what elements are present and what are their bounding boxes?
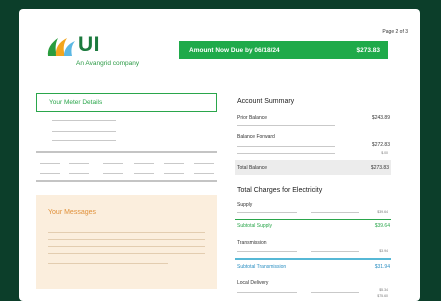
bill-page: UI An Avangrid company Page 2 of 3 Amoun… (19, 9, 420, 301)
balance-forward-value: $272.83 (371, 142, 390, 148)
subtotal-supply-label: Subtotal Supply (237, 223, 273, 229)
prior-balance-label: Prior Balance (237, 115, 268, 121)
logo-subtitle: An Avangrid company (76, 60, 140, 67)
message-line (48, 246, 205, 247)
meter-table-cell (103, 173, 123, 174)
account-summary-title: Account Summary (237, 98, 295, 105)
transmission-subtotal-rule (235, 258, 391, 260)
amount-due-value: $273.83 (356, 47, 381, 54)
total-balance-row: Total Balance $273.83 (235, 160, 391, 175)
subtotal-supply-value: $39.64 (374, 223, 390, 229)
meter-table-cell (194, 173, 214, 174)
amount-due-label: Amount Now Due by 06/18/24 (189, 47, 280, 54)
balance-forward-sub-value: $.00 (381, 151, 388, 155)
logo-text: UI (78, 33, 100, 56)
prior-balance-value: $243.89 (371, 115, 390, 121)
local-delivery-line (237, 292, 297, 293)
transmission-line (237, 251, 297, 252)
supply-subtotal-rule (235, 219, 391, 220)
subtotal-transmission-value: $31.94 (374, 264, 390, 270)
supply-line (237, 212, 297, 213)
message-line (48, 232, 205, 233)
total-balance-value: $273.83 (370, 165, 389, 171)
local-delivery-value: $75.60 (377, 294, 388, 298)
message-line (48, 239, 205, 240)
supply-line-value: $39.64 (377, 210, 388, 214)
meter-table-cell (69, 163, 89, 164)
total-balance-label: Total Balance (237, 165, 268, 171)
meter-table-cell (164, 173, 184, 174)
transmission-label: Transmission (237, 240, 267, 246)
messages-box: Your Messages (36, 195, 217, 289)
summary-line (237, 125, 335, 126)
message-line (48, 253, 205, 254)
meter-table-cell (134, 163, 154, 164)
meter-table-rule (36, 180, 217, 182)
meter-table-cell (164, 163, 184, 164)
summary-line (237, 146, 335, 147)
meter-table-rule (36, 151, 217, 153)
supply-label: Supply (237, 202, 253, 208)
local-delivery-value: $5.34 (379, 288, 388, 292)
meter-line (52, 140, 116, 141)
meter-table-cell (194, 163, 214, 164)
subtotal-transmission-label: Subtotal Transmission (237, 264, 287, 270)
meter-table-cell (40, 173, 60, 174)
summary-line (237, 153, 335, 154)
transmission-line-value: $3.94 (379, 249, 388, 253)
flame-logo-icon (47, 38, 75, 56)
meter-details-box: Your Meter Details (36, 93, 217, 112)
transmission-line (311, 251, 359, 252)
local-delivery-line (311, 292, 359, 293)
local-delivery-label: Local Delivery (237, 280, 269, 286)
meter-table-cell (69, 173, 89, 174)
meter-line (52, 120, 116, 121)
meter-table-cell (134, 173, 154, 174)
page-number: Page 2 of 3 (382, 29, 408, 35)
meter-table-cell (40, 163, 60, 164)
message-line (48, 263, 168, 264)
supply-line (311, 212, 359, 213)
meter-details-title: Your Meter Details (49, 99, 103, 106)
charges-title: Total Charges for Electricity (237, 187, 323, 194)
amount-due-banner: Amount Now Due by 06/18/24 $273.83 (179, 41, 388, 59)
meter-table-cell (103, 163, 123, 164)
balance-forward-label: Balance Forward (237, 134, 275, 140)
messages-title: Your Messages (48, 209, 96, 216)
meter-line (52, 131, 116, 132)
